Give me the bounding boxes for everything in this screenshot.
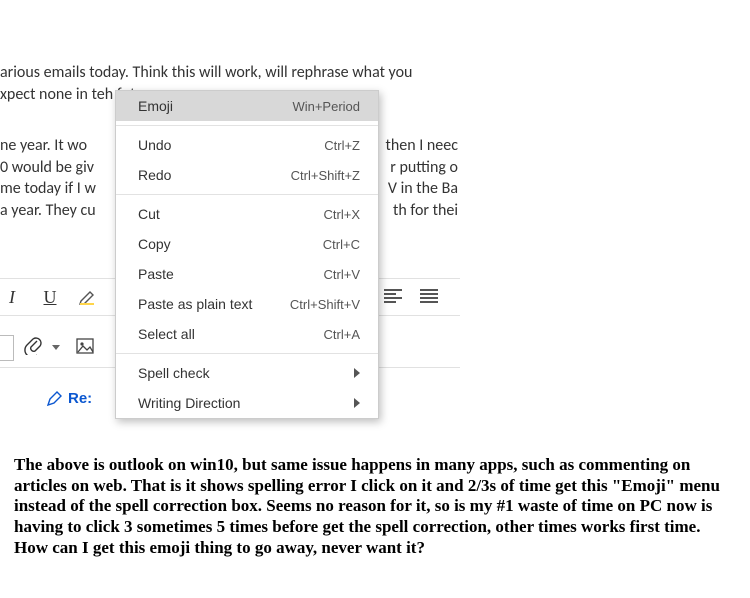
menu-shortcut: Win+Period	[292, 99, 360, 114]
menu-label: Cut	[138, 206, 160, 222]
body-line: xpect none in	[0, 85, 92, 104]
body-fragment: a year. They cu	[0, 200, 96, 222]
body-fragment: 0 would be giv	[0, 157, 94, 179]
highlight-button[interactable]	[76, 285, 100, 309]
send-button-edge[interactable]	[0, 335, 14, 361]
menu-label: Writing Direction	[138, 395, 240, 411]
caption-text: The above is outlook on win10, but same …	[14, 455, 736, 559]
menu-shortcut: Ctrl+A	[324, 327, 360, 342]
align-left-button[interactable]	[384, 289, 404, 305]
body-line: arious emails today. Think this will wor…	[0, 63, 412, 82]
menu-item-paste-plain[interactable]: Paste as plain text Ctrl+Shift+V	[116, 289, 378, 319]
alignment-buttons	[384, 278, 440, 316]
menu-shortcut: Ctrl+Shift+Z	[291, 168, 360, 183]
menu-item-undo[interactable]: Undo Ctrl+Z	[116, 130, 378, 160]
body-fragment: me today if I w	[0, 178, 96, 200]
italic-button[interactable]: I	[0, 285, 24, 309]
menu-item-paste[interactable]: Paste Ctrl+V	[116, 259, 378, 289]
menu-item-select-all[interactable]: Select all Ctrl+A	[116, 319, 378, 349]
menu-item-emoji[interactable]: Emoji Win+Period	[116, 91, 378, 121]
menu-shortcut: Ctrl+Z	[324, 138, 360, 153]
context-menu: Emoji Win+Period Undo Ctrl+Z Redo Ctrl+S…	[115, 90, 379, 419]
highlighter-icon	[78, 288, 98, 306]
menu-shortcut: Ctrl+X	[324, 207, 360, 222]
body-fragment: ne year. It wo	[0, 135, 87, 157]
menu-separator	[116, 194, 378, 195]
menu-label: Undo	[138, 137, 171, 153]
menu-label: Copy	[138, 236, 171, 252]
menu-item-copy[interactable]: Copy Ctrl+C	[116, 229, 378, 259]
menu-shortcut: Ctrl+Shift+V	[290, 297, 360, 312]
menu-item-redo[interactable]: Redo Ctrl+Shift+Z	[116, 160, 378, 190]
underline-button[interactable]: U	[38, 285, 62, 309]
menu-label: Select all	[138, 326, 195, 342]
paperclip-icon[interactable]	[24, 335, 42, 361]
menu-label: Paste	[138, 266, 174, 282]
subject-prefix: Re:	[68, 390, 92, 407]
body-fragment: V in the Ba	[388, 178, 458, 200]
submenu-arrow-icon	[354, 368, 360, 378]
pencil-icon	[46, 391, 62, 407]
menu-item-spell-check[interactable]: Spell check	[116, 358, 378, 388]
subject-line[interactable]: Re:	[46, 390, 92, 407]
menu-item-writing-direction[interactable]: Writing Direction	[116, 388, 378, 418]
menu-label: Spell check	[138, 365, 210, 381]
image-icon[interactable]	[76, 338, 94, 357]
menu-separator	[116, 353, 378, 354]
chevron-down-icon[interactable]	[52, 345, 60, 350]
menu-shortcut: Ctrl+V	[324, 267, 360, 282]
menu-separator	[116, 125, 378, 126]
spelling-error-word[interactable]: teh	[92, 85, 114, 105]
menu-label: Paste as plain text	[138, 296, 252, 312]
body-fragment: r putting o	[390, 157, 458, 179]
body-fragment: then I neec	[386, 135, 459, 157]
body-fragment: th for thei	[393, 200, 458, 222]
menu-label: Redo	[138, 167, 171, 183]
submenu-arrow-icon	[354, 398, 360, 408]
menu-shortcut: Ctrl+C	[323, 237, 360, 252]
align-justify-button[interactable]	[420, 289, 440, 305]
menu-label: Emoji	[138, 98, 173, 114]
menu-item-cut[interactable]: Cut Ctrl+X	[116, 199, 378, 229]
